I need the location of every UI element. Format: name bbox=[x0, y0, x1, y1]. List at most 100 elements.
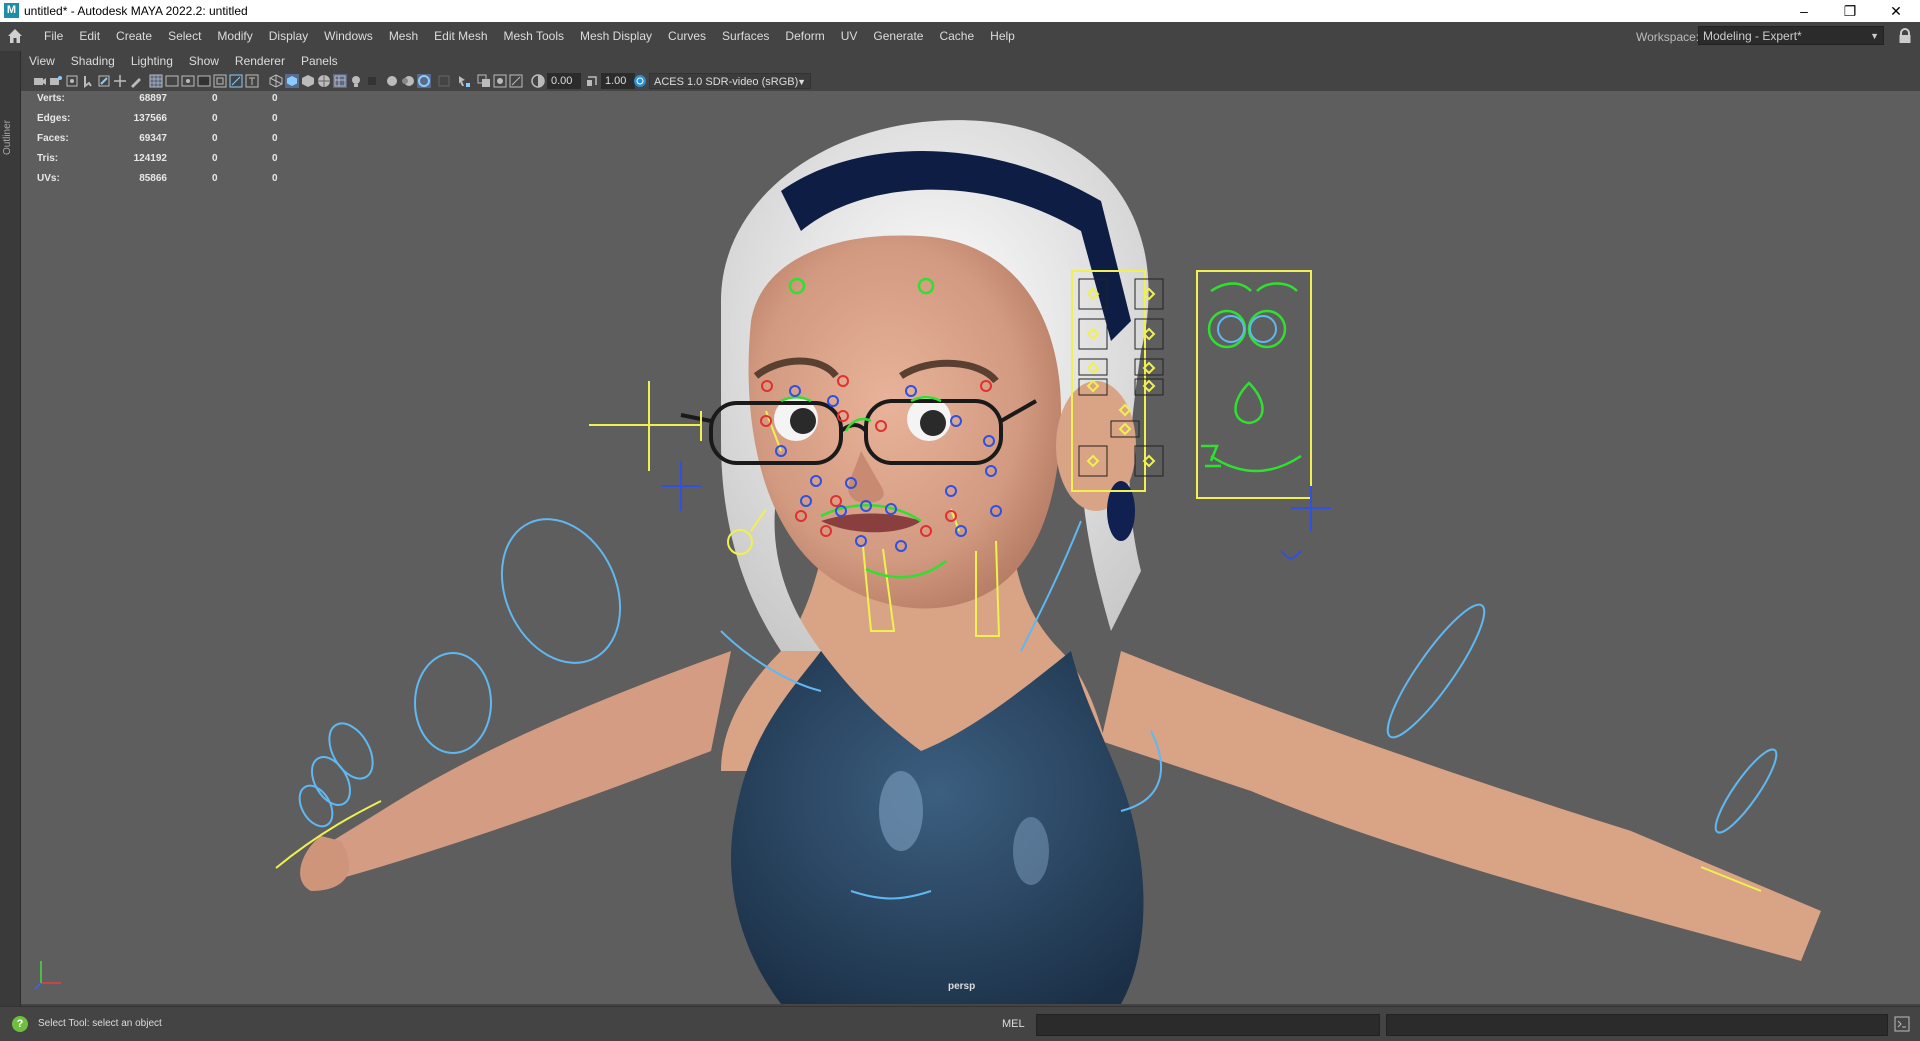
command-result-field bbox=[1386, 1014, 1888, 1036]
workspace-dropdown[interactable]: Modeling - Expert* ▼ bbox=[1698, 26, 1884, 45]
panel-menu-show[interactable]: Show bbox=[181, 51, 227, 72]
hud-value: 85866 bbox=[139, 173, 167, 184]
smooth-shade-icon[interactable] bbox=[285, 74, 299, 88]
maya-app-icon: M bbox=[4, 3, 19, 18]
exposure-field[interactable]: 0.00 bbox=[547, 73, 581, 89]
depth-of-field-icon[interactable] bbox=[437, 74, 451, 88]
menu-select[interactable]: Select bbox=[160, 22, 209, 51]
hud-label: Edges: bbox=[37, 113, 71, 124]
poly-count-hud: Verts: 68897 0 0 Edges: 137566 0 0 Faces… bbox=[37, 93, 297, 193]
menu-generate[interactable]: Generate bbox=[865, 22, 931, 51]
bookmarks-icon[interactable] bbox=[65, 74, 79, 88]
image-plane-icon[interactable] bbox=[81, 74, 95, 88]
safe-action-icon[interactable] bbox=[229, 74, 243, 88]
hud-label: Faces: bbox=[37, 133, 69, 144]
anti-aliasing-icon[interactable] bbox=[417, 74, 431, 88]
view-transform-value: ACES 1.0 SDR-video (sRGB) bbox=[654, 76, 799, 88]
lock-icon[interactable] bbox=[1898, 28, 1912, 44]
window-title: untitled* - Autodesk MAYA 2022.2: untitl… bbox=[24, 4, 248, 18]
panel-menu-renderer[interactable]: Renderer bbox=[227, 51, 293, 72]
scene-render bbox=[275, 120, 1821, 1004]
main-menu-bar: File Edit Create Select Modify Display W… bbox=[0, 22, 1920, 51]
menu-uv[interactable]: UV bbox=[833, 22, 866, 51]
left-tool-strip: Outliner bbox=[0, 51, 21, 1006]
minimize-button[interactable]: – bbox=[1781, 0, 1827, 22]
mel-toggle[interactable]: MEL bbox=[1002, 1018, 1025, 1030]
hud-row-uvs: UVs: 85866 0 0 bbox=[37, 173, 297, 193]
menu-modify[interactable]: Modify bbox=[209, 22, 260, 51]
motion-blur-icon[interactable] bbox=[401, 74, 415, 88]
grease-pencil-icon[interactable] bbox=[97, 74, 111, 88]
script-editor-icon[interactable] bbox=[1894, 1016, 1910, 1032]
textured-icon[interactable] bbox=[317, 74, 331, 88]
use-all-lights-icon[interactable] bbox=[333, 74, 347, 88]
hud-value: 0 bbox=[212, 133, 218, 144]
menu-cache[interactable]: Cache bbox=[931, 22, 982, 51]
hud-row-tris: Tris: 124192 0 0 bbox=[37, 153, 297, 173]
color-management-icon[interactable] bbox=[633, 74, 647, 88]
restore-button[interactable]: ❐ bbox=[1827, 0, 1873, 22]
camera-attributes-icon[interactable] bbox=[49, 74, 63, 88]
hud-value: 0 bbox=[212, 113, 218, 124]
hud-value: 0 bbox=[272, 93, 278, 104]
menu-display[interactable]: Display bbox=[261, 22, 316, 51]
xray-icon[interactable] bbox=[477, 74, 491, 88]
view-axis-icon bbox=[34, 961, 61, 990]
isolate-select-icon[interactable] bbox=[457, 74, 471, 88]
help-line: ? Select Tool: select an object MEL bbox=[0, 1006, 1920, 1041]
panel-menu-bar: View Shading Lighting Show Renderer Pane… bbox=[21, 51, 1920, 72]
film-gate-icon[interactable] bbox=[165, 74, 179, 88]
menu-curves[interactable]: Curves bbox=[660, 22, 714, 51]
view-transform-dropdown[interactable]: ACES 1.0 SDR-video (sRGB) ▼ bbox=[649, 73, 811, 89]
menu-edit[interactable]: Edit bbox=[71, 22, 108, 51]
perspective-viewport[interactable]: Verts: 68897 0 0 Edges: 137566 0 0 Faces… bbox=[21, 91, 1920, 1004]
menu-edit-mesh[interactable]: Edit Mesh bbox=[426, 22, 495, 51]
shadows-icon[interactable] bbox=[365, 74, 379, 88]
2d-pan-zoom-icon[interactable] bbox=[113, 74, 127, 88]
mel-command-input[interactable] bbox=[1036, 1014, 1380, 1036]
home-icon[interactable] bbox=[6, 27, 24, 45]
grid-icon[interactable] bbox=[149, 74, 163, 88]
wireframe-icon[interactable] bbox=[269, 74, 283, 88]
menu-help[interactable]: Help bbox=[982, 22, 1023, 51]
workspace-value: Modeling - Expert* bbox=[1703, 29, 1802, 43]
light-bulb-icon[interactable] bbox=[349, 74, 363, 88]
safe-title-icon[interactable] bbox=[245, 74, 259, 88]
hud-value: 137566 bbox=[133, 113, 167, 124]
wireframe-on-shaded-icon[interactable] bbox=[301, 74, 315, 88]
hud-value: 0 bbox=[212, 173, 218, 184]
outliner-tab[interactable]: Outliner bbox=[2, 111, 18, 163]
hud-row-verts: Verts: 68897 0 0 bbox=[37, 93, 297, 113]
select-camera-icon[interactable] bbox=[33, 74, 47, 88]
menu-mesh-tools[interactable]: Mesh Tools bbox=[496, 22, 572, 51]
gamma-icon[interactable] bbox=[585, 74, 599, 88]
panel-menu-view[interactable]: View bbox=[21, 51, 63, 72]
hud-value: 0 bbox=[212, 93, 218, 104]
gamma-field[interactable]: 1.00 bbox=[601, 73, 635, 89]
field-chart-icon[interactable] bbox=[213, 74, 227, 88]
menu-file[interactable]: File bbox=[36, 22, 71, 51]
panel-menu-panels[interactable]: Panels bbox=[293, 51, 346, 72]
panel-menu-lighting[interactable]: Lighting bbox=[123, 51, 181, 72]
menu-windows[interactable]: Windows bbox=[316, 22, 381, 51]
menu-mesh-display[interactable]: Mesh Display bbox=[572, 22, 660, 51]
chevron-down-icon: ▼ bbox=[797, 77, 806, 87]
menu-mesh[interactable]: Mesh bbox=[381, 22, 426, 51]
resolution-gate-icon[interactable] bbox=[181, 74, 195, 88]
hud-row-edges: Edges: 137566 0 0 bbox=[37, 113, 297, 133]
menu-create[interactable]: Create bbox=[108, 22, 160, 51]
panel-menu-shading[interactable]: Shading bbox=[63, 51, 123, 72]
hud-value: 68897 bbox=[139, 93, 167, 104]
menu-deform[interactable]: Deform bbox=[777, 22, 832, 51]
workspace-label: Workspace: bbox=[1636, 30, 1700, 44]
xray-joints-icon[interactable] bbox=[493, 74, 507, 88]
gate-mask-icon[interactable] bbox=[197, 74, 211, 88]
backface-culling-icon[interactable] bbox=[509, 74, 523, 88]
close-button[interactable]: ✕ bbox=[1873, 0, 1919, 22]
title-bar: M untitled* - Autodesk MAYA 2022.2: unti… bbox=[0, 0, 1920, 22]
exposure-icon[interactable] bbox=[531, 74, 545, 88]
ambient-occlusion-icon[interactable] bbox=[385, 74, 399, 88]
pencil-icon[interactable] bbox=[129, 74, 143, 88]
menu-surfaces[interactable]: Surfaces bbox=[714, 22, 777, 51]
hud-value: 0 bbox=[272, 113, 278, 124]
